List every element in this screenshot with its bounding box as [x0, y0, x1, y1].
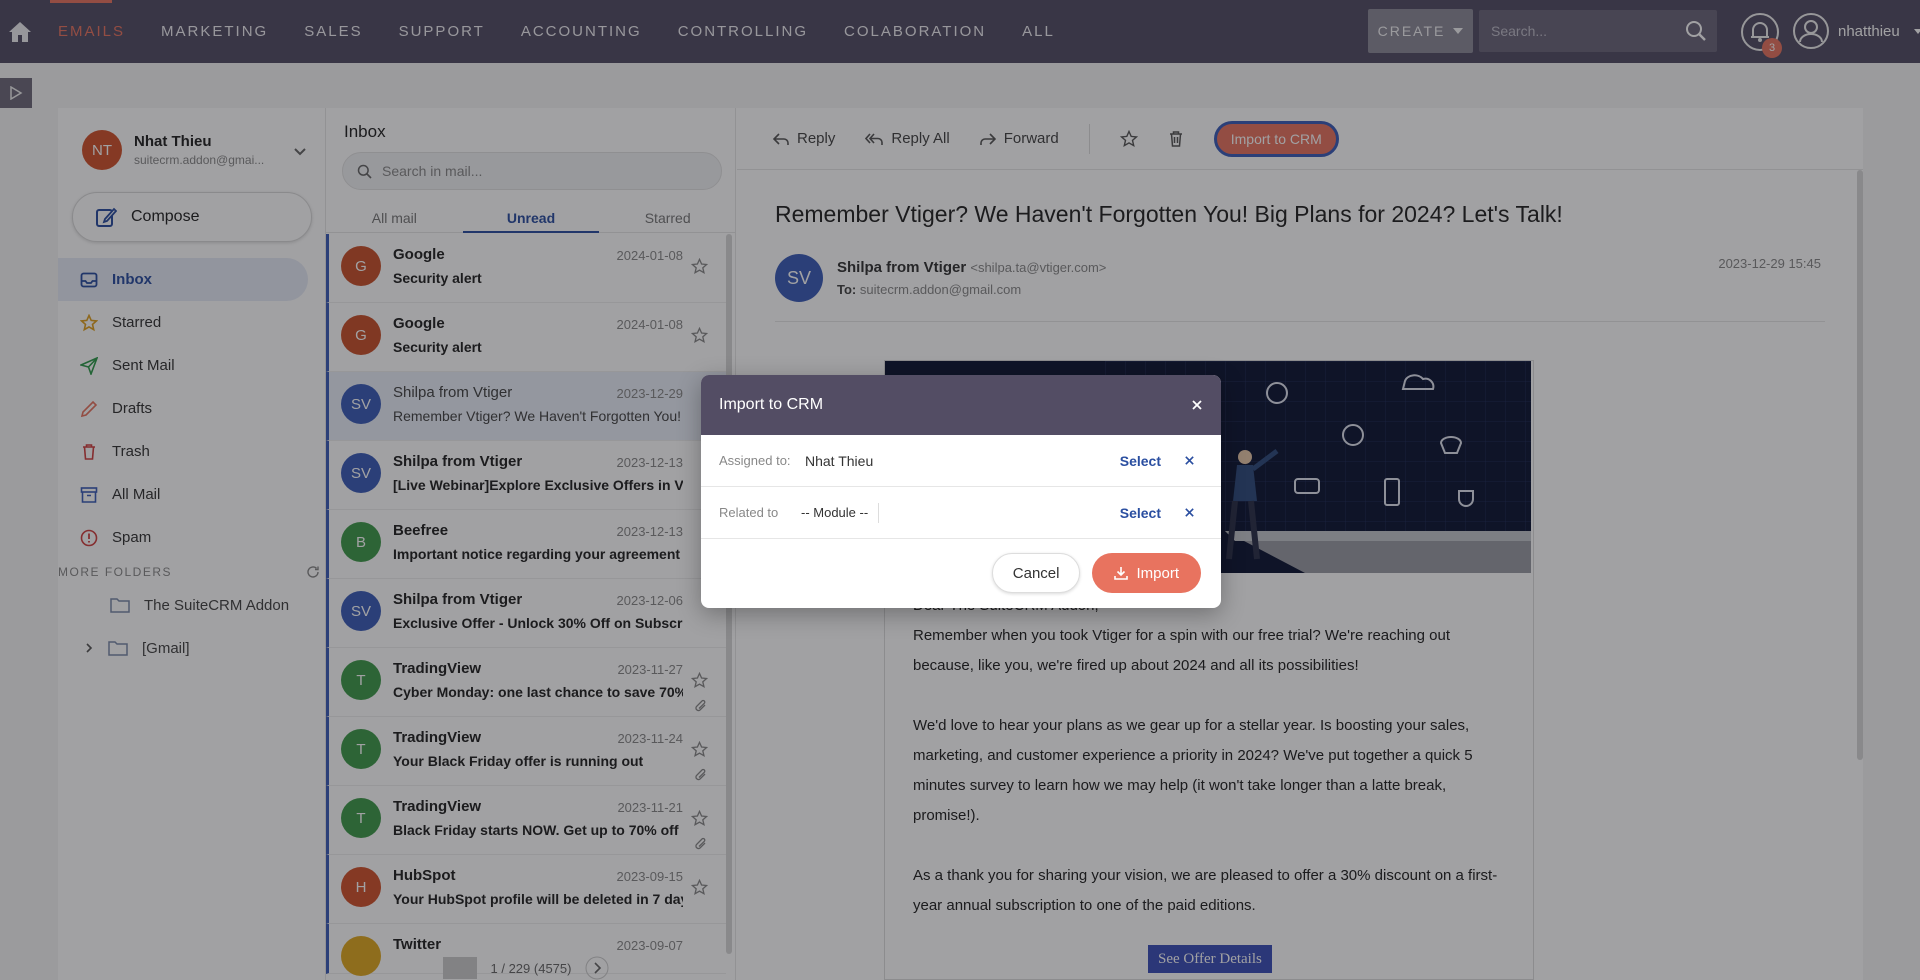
assigned-to-value: Nhat Thieu	[805, 452, 874, 469]
clear-icon[interactable]	[1184, 507, 1195, 518]
related-select-button[interactable]: Select	[1120, 505, 1161, 521]
download-icon	[1114, 567, 1129, 580]
cancel-button[interactable]: Cancel	[991, 553, 1081, 593]
dialog-footer: Cancel Import	[701, 539, 1221, 607]
module-select[interactable]: -- Module --	[801, 505, 868, 520]
dialog-title: Import to CRM	[719, 396, 824, 413]
dialog-header: Import to CRM	[701, 375, 1221, 435]
clear-icon[interactable]	[1184, 455, 1195, 466]
import-to-crm-dialog: Import to CRM Assigned to: Nhat Thieu Se…	[701, 375, 1221, 608]
assigned-select-button[interactable]: Select	[1120, 453, 1161, 469]
assigned-to-row: Assigned to: Nhat Thieu Select	[701, 435, 1221, 487]
import-button[interactable]: Import	[1092, 553, 1201, 593]
related-to-row: Related to -- Module -- Select	[701, 487, 1221, 539]
close-icon[interactable]	[1191, 399, 1203, 411]
related-to-label: Related to	[719, 505, 779, 520]
field-divider	[878, 502, 880, 523]
import-label: Import	[1136, 564, 1179, 582]
assigned-to-label: Assigned to:	[719, 453, 791, 468]
